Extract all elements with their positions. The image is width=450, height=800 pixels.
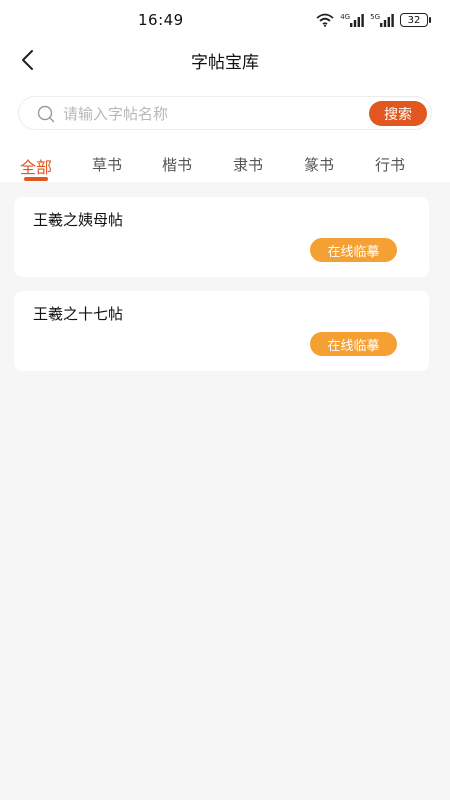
tab-all[interactable]: 全部: [20, 154, 52, 178]
wifi-icon: [316, 13, 334, 27]
status-icons: 4G 5G 32: [316, 11, 431, 29]
practice-online-button[interactable]: 在线临摹: [310, 238, 397, 262]
signal-icon: [380, 14, 394, 27]
tab-indicator: [24, 177, 48, 181]
tab-running[interactable]: 行书: [375, 154, 405, 175]
signal-icon: [350, 14, 364, 27]
copybook-title: 王羲之十七帖: [33, 305, 124, 323]
search-button[interactable]: 搜索: [369, 101, 427, 126]
network-label-4g: 4G: [340, 13, 351, 21]
copybook-title: 王羲之姨母帖: [33, 211, 124, 229]
header: 字帖宝库: [0, 40, 450, 80]
tab-seal[interactable]: 篆书: [304, 154, 334, 175]
status-time: 16:49: [138, 11, 184, 29]
search-icon: [37, 105, 55, 123]
tab-cursive[interactable]: 草书: [92, 154, 122, 175]
search-input[interactable]: [63, 101, 363, 127]
signal-group-5g: 5G: [370, 13, 394, 27]
category-tabs: 全部 草书 楷书 隶书 篆书 行书: [0, 150, 450, 182]
network-label-5g: 5G: [370, 13, 380, 21]
copybook-card[interactable]: 王羲之十七帖 在线临摹: [14, 291, 429, 371]
copybook-card[interactable]: 王羲之姨母帖 在线临摹: [14, 197, 429, 277]
tab-regular[interactable]: 楷书: [162, 154, 192, 175]
practice-online-button[interactable]: 在线临摹: [310, 332, 397, 356]
page-title: 字帖宝库: [191, 53, 259, 73]
battery-level: 32: [407, 14, 421, 26]
battery-icon: 32: [400, 13, 431, 27]
search-box: 搜索: [18, 96, 432, 130]
status-bar: 16:49 4G 5G 32: [0, 0, 450, 40]
signal-group-4g: 4G: [340, 13, 364, 27]
tab-clerical[interactable]: 隶书: [233, 154, 263, 175]
